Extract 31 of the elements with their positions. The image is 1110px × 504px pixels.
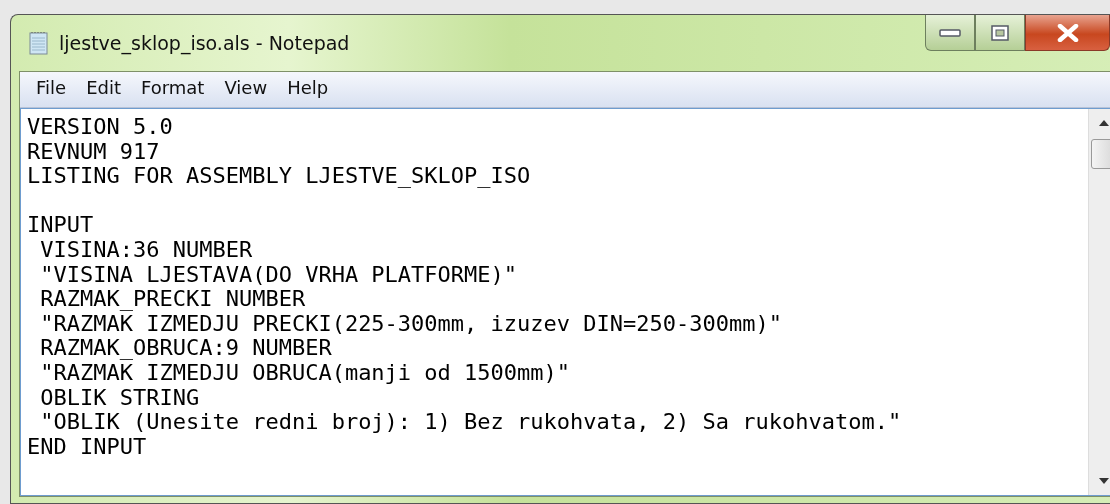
window-title: ljestve_sklop_iso.als - Notepad [59,32,350,54]
menu-item[interactable]: Help [277,77,339,98]
close-icon [1055,23,1080,42]
scrollbar[interactable] [1088,109,1110,495]
text-line: VISINA:36 NUMBER [39,237,254,263]
maximize-icon [991,24,1009,41]
text-line: "OBLIK (Unesite redni broj): 1) Bez rukohvata, 2) Sa rukohvatom." [39,410,903,435]
maximize-button[interactable] [975,15,1025,51]
menu-item[interactable]: Format [131,77,215,98]
text-line: "RAZMAK IZMEDJU PRECKI(225-300mm, izuzev DIN=250-300mm)" [39,311,783,337]
minimize-icon [939,28,961,37]
text-area[interactable] [20,108,1110,496]
menu-item[interactable]: File [26,77,77,98]
text-line: REVNUM 917 [27,139,161,165]
text-line: OBLIK STRING [39,385,201,411]
close-button[interactable] [1025,15,1110,51]
text-line: RAZMAK_PRECKI NUMBER [39,287,307,312]
text-line: INPUT [27,213,95,238]
notepad-icon [29,31,49,55]
scroll-thumb[interactable] [1091,139,1110,169]
text-line: LISTING FOR ASSEMBLY LJESTVE_SKLOP_ISO [27,164,532,189]
text-line: "VISINA LJESTAVA(DO VRHA PLATFORME)" [39,262,519,288]
menu-item[interactable]: Edit [76,77,131,98]
text-line: END INPUT [27,434,148,460]
text-line: RAZMAK_OBRUCA:9 NUMBER [39,336,333,361]
minimize-button[interactable] [925,15,975,51]
menu-item[interactable]: View [214,77,278,98]
scroll-up-icon[interactable] [1098,119,1110,127]
text-line: VERSION 5.0 [27,115,174,140]
scroll-down-icon[interactable] [1098,477,1110,485]
text-line: "RAZMAK IZMEDJU OBRUCA(manji od 1500mm)" [39,360,572,386]
